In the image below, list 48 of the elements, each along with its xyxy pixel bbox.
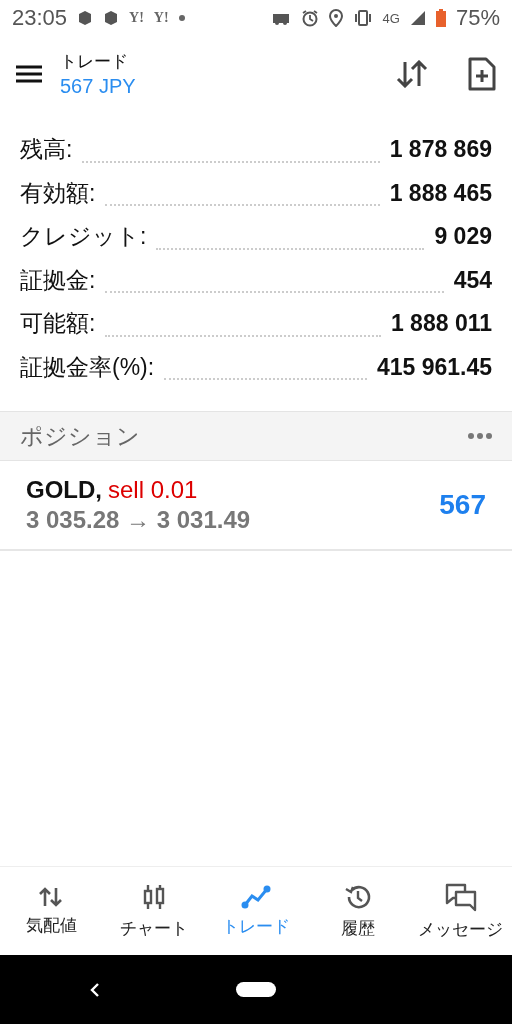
chat-icon	[443, 881, 478, 912]
notification-label: Y!	[153, 10, 169, 26]
cube-icon	[103, 10, 120, 26]
account-label: 証拠金率(%):	[20, 352, 155, 382]
account-label: 残高:	[20, 135, 73, 164]
account-label: クレジット:	[20, 222, 147, 251]
nav-tab[interactable]: 履歴	[307, 882, 410, 940]
position-symbol: GOLD,	[26, 476, 102, 504]
account-value: 1 888 465	[389, 179, 492, 207]
account-label: 有効額:	[20, 178, 96, 208]
back-button[interactable]	[90, 981, 100, 998]
section-title: ポジション	[20, 421, 140, 451]
position-order: sell 0.01	[108, 476, 198, 504]
account-value: 1 878 869	[389, 136, 492, 163]
position-profit: 567	[439, 489, 486, 521]
signal-icon	[409, 10, 426, 26]
menu-button[interactable]	[16, 64, 42, 84]
account-value: 415 961.45	[376, 353, 492, 381]
nav-tab[interactable]: メッセージ	[409, 881, 512, 941]
profit-subtitle: 567 JPY	[60, 75, 137, 98]
account-value: 454	[453, 266, 492, 294]
sort-button[interactable]	[396, 60, 428, 88]
battery-icon	[435, 9, 446, 27]
home-button[interactable]	[236, 982, 276, 997]
line-chart-icon	[241, 884, 271, 909]
dot-icon	[178, 15, 185, 21]
arrows-icon	[39, 885, 64, 908]
notification-label: Y!	[129, 10, 144, 26]
location-icon	[328, 9, 343, 27]
nav-tab[interactable]: 気配値	[0, 885, 103, 937]
network-label: 4G	[382, 10, 400, 26]
battery-percent: 75%	[455, 5, 500, 31]
cube-icon	[77, 10, 94, 26]
screen-title: トレード	[60, 51, 129, 73]
position-row[interactable]: GOLD, sell 0.01 3 035.28 → 3 031.49 567	[0, 461, 512, 551]
account-label: 証拠金:	[20, 265, 96, 295]
new-order-button[interactable]	[468, 57, 496, 91]
nav-tab[interactable]: チャート	[102, 882, 205, 940]
account-value: 1 888 011	[390, 310, 492, 337]
alarm-icon	[300, 9, 319, 27]
more-button[interactable]	[468, 433, 492, 439]
account-value: 9 029	[434, 223, 492, 250]
status-time: 23:05	[12, 5, 68, 31]
account-label: 可能額:	[20, 309, 96, 338]
vibrate-icon	[352, 10, 373, 26]
position-prices: 3 035.28 → 3 031.49	[26, 506, 252, 534]
candlestick-icon	[141, 882, 166, 911]
nav-tab[interactable]: トレード	[204, 884, 308, 938]
